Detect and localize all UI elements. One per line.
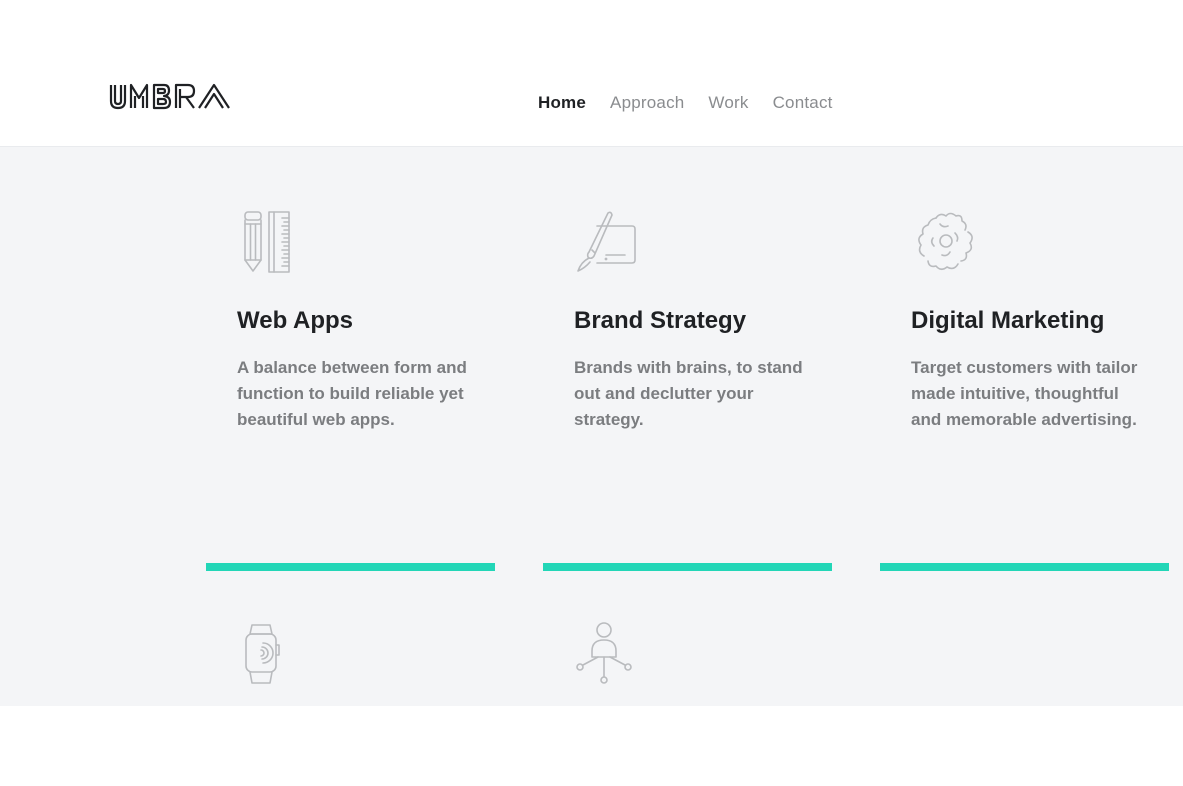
- service-description: Target customers with tailor made intuit…: [911, 358, 1138, 429]
- brush-tablet-icon: [573, 210, 643, 276]
- smartwatch-icon: [236, 621, 306, 687]
- nav-work[interactable]: Work: [708, 93, 748, 113]
- service-title: Brand Strategy: [574, 307, 747, 334]
- accent-bar: [880, 563, 1169, 571]
- pencil-ruler-icon: [236, 210, 306, 276]
- accent-bar: [543, 563, 832, 571]
- service-description: A balance between form and function to b…: [237, 358, 467, 429]
- umbra-logo[interactable]: [108, 82, 240, 112]
- umbra-logo-mark: [109, 83, 230, 110]
- network-user-icon: [573, 621, 643, 687]
- nav-approach[interactable]: Approach: [610, 93, 684, 113]
- service-title: Digital Marketing: [911, 307, 1105, 334]
- site-header: Home Approach Work Contact: [0, 0, 1183, 147]
- main-nav: Home Approach Work Contact: [538, 93, 857, 113]
- service-description: Brands with brains, to stand out and dec…: [574, 358, 803, 429]
- accent-bar: [206, 563, 495, 571]
- service-title: Web Apps: [237, 307, 354, 334]
- nav-home[interactable]: Home: [538, 93, 586, 113]
- nav-contact[interactable]: Contact: [773, 93, 833, 113]
- services-section: Web Apps A balance between form and func…: [0, 147, 1183, 706]
- puzzle-icon: [910, 210, 980, 276]
